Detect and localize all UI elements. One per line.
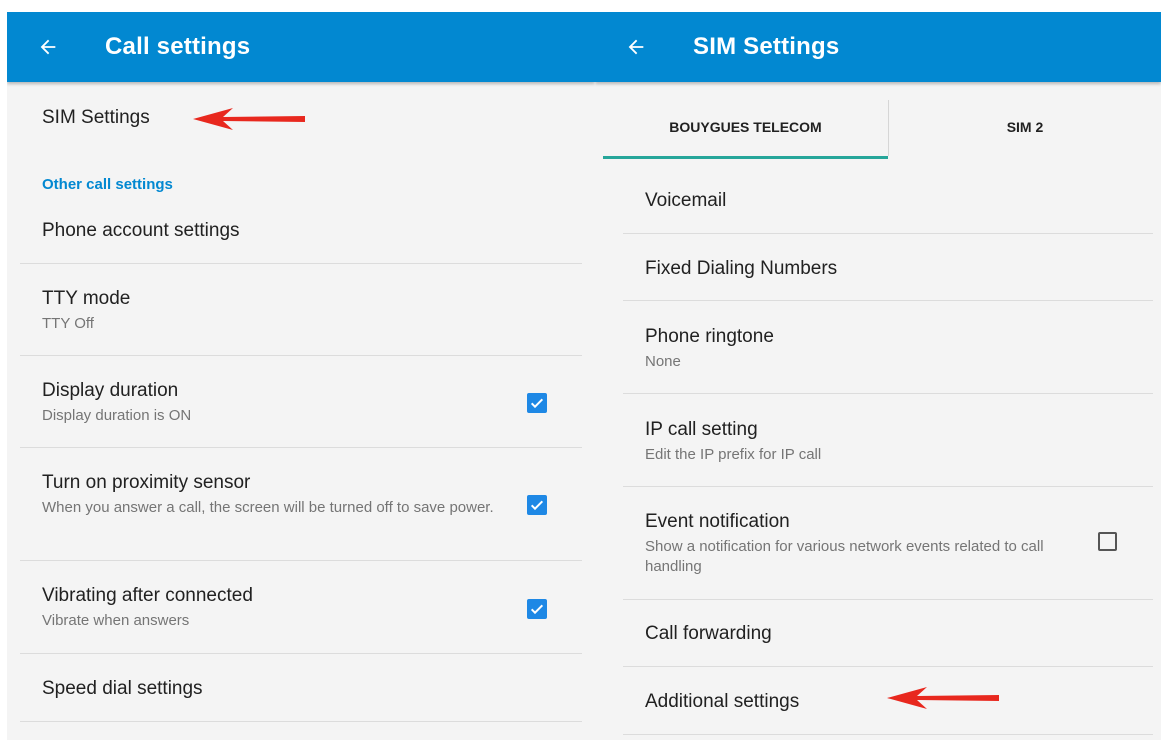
divider xyxy=(20,560,582,561)
item-subtitle: Vibrate when answers xyxy=(42,612,190,629)
sim-settings-item[interactable]: SIM Settings xyxy=(42,106,575,130)
list-item-vibrating-after-connected[interactable]: Vibrating after connected Vibrate when a… xyxy=(42,584,495,631)
list-item-call-forwarding[interactable]: Call forwarding xyxy=(645,622,1141,646)
item-subtitle: When you answer a call, the screen will … xyxy=(42,499,494,516)
item-title: TTY mode xyxy=(42,288,131,309)
sim-settings-screen: SIM Settings BOUYGUES TELECOM SIM 2 Voic… xyxy=(595,12,1161,740)
tab-selected-indicator xyxy=(603,156,888,159)
item-title: SIM Settings xyxy=(42,107,150,128)
tab-bouygues-telecom[interactable]: BOUYGUES TELECOM xyxy=(603,98,888,156)
back-arrow-icon[interactable] xyxy=(623,34,649,60)
divider xyxy=(20,653,582,654)
section-header-other-call-settings: Other call settings xyxy=(42,176,173,193)
divider xyxy=(623,599,1153,600)
divider xyxy=(623,486,1153,487)
list-item-tty-mode[interactable]: TTY mode TTY Off xyxy=(42,287,575,334)
item-title: Display duration xyxy=(42,380,179,401)
proximity-sensor-checkbox[interactable] xyxy=(527,495,547,515)
display-duration-checkbox[interactable] xyxy=(527,393,547,413)
page-title: SIM Settings xyxy=(693,33,840,60)
page-title: Call settings xyxy=(105,33,251,60)
item-title: Phone ringtone xyxy=(645,326,774,347)
back-arrow-icon[interactable] xyxy=(35,34,61,60)
tab-sim-2[interactable]: SIM 2 xyxy=(889,98,1161,156)
app-bar: SIM Settings xyxy=(595,12,1161,82)
divider xyxy=(623,666,1153,667)
item-subtitle: TTY Off xyxy=(42,315,94,332)
item-title: Speed dial settings xyxy=(42,678,203,699)
item-subtitle: None xyxy=(645,353,681,370)
list-item-phone-account-settings[interactable]: Phone account settings xyxy=(42,219,575,243)
item-subtitle: Show a notification for various network … xyxy=(645,538,1044,575)
item-title: Event notification xyxy=(645,511,790,532)
divider xyxy=(623,734,1153,735)
divider xyxy=(623,393,1153,394)
item-title: IP call setting xyxy=(645,419,758,440)
list-item-speed-dial-settings[interactable]: Speed dial settings xyxy=(42,677,575,701)
list-item-voicemail[interactable]: Voicemail xyxy=(645,189,1141,213)
sim-tabs: BOUYGUES TELECOM SIM 2 xyxy=(595,82,1161,160)
divider xyxy=(623,300,1153,301)
divider xyxy=(20,447,582,448)
item-subtitle: Display duration is ON xyxy=(42,407,192,424)
list-item-fixed-dialing-numbers[interactable]: Fixed Dialing Numbers xyxy=(645,257,1141,281)
item-title: Fixed Dialing Numbers xyxy=(645,258,838,279)
item-title: Call forwarding xyxy=(645,623,772,644)
annotation-arrow-icon xyxy=(887,687,999,709)
divider xyxy=(623,233,1153,234)
call-settings-screen: Call settings SIM Settings Other call se… xyxy=(7,12,595,740)
divider xyxy=(20,355,582,356)
app-bar: Call settings xyxy=(7,12,595,82)
list-item-proximity-sensor[interactable]: Turn on proximity sensor When you answer… xyxy=(42,471,495,518)
check-icon xyxy=(530,604,544,615)
annotation-arrow-icon xyxy=(193,108,305,130)
divider xyxy=(20,721,582,722)
divider xyxy=(20,263,582,264)
event-notification-checkbox[interactable] xyxy=(1098,532,1117,551)
list-item-display-duration[interactable]: Display duration Display duration is ON xyxy=(42,379,495,426)
item-title: Voicemail xyxy=(645,190,727,211)
vibrating-checkbox[interactable] xyxy=(527,599,547,619)
check-icon xyxy=(530,500,544,511)
list-item-ip-call-setting[interactable]: IP call setting Edit the IP prefix for I… xyxy=(645,418,1141,465)
check-icon xyxy=(530,398,544,409)
item-title: Turn on proximity sensor xyxy=(42,472,251,493)
item-subtitle: Edit the IP prefix for IP call xyxy=(645,446,822,463)
item-title: Phone account settings xyxy=(42,220,240,241)
list-item-event-notification[interactable]: Event notification Show a notification f… xyxy=(645,510,1051,577)
list-item-phone-ringtone[interactable]: Phone ringtone None xyxy=(645,325,1141,372)
item-title: Vibrating after connected xyxy=(42,585,253,606)
